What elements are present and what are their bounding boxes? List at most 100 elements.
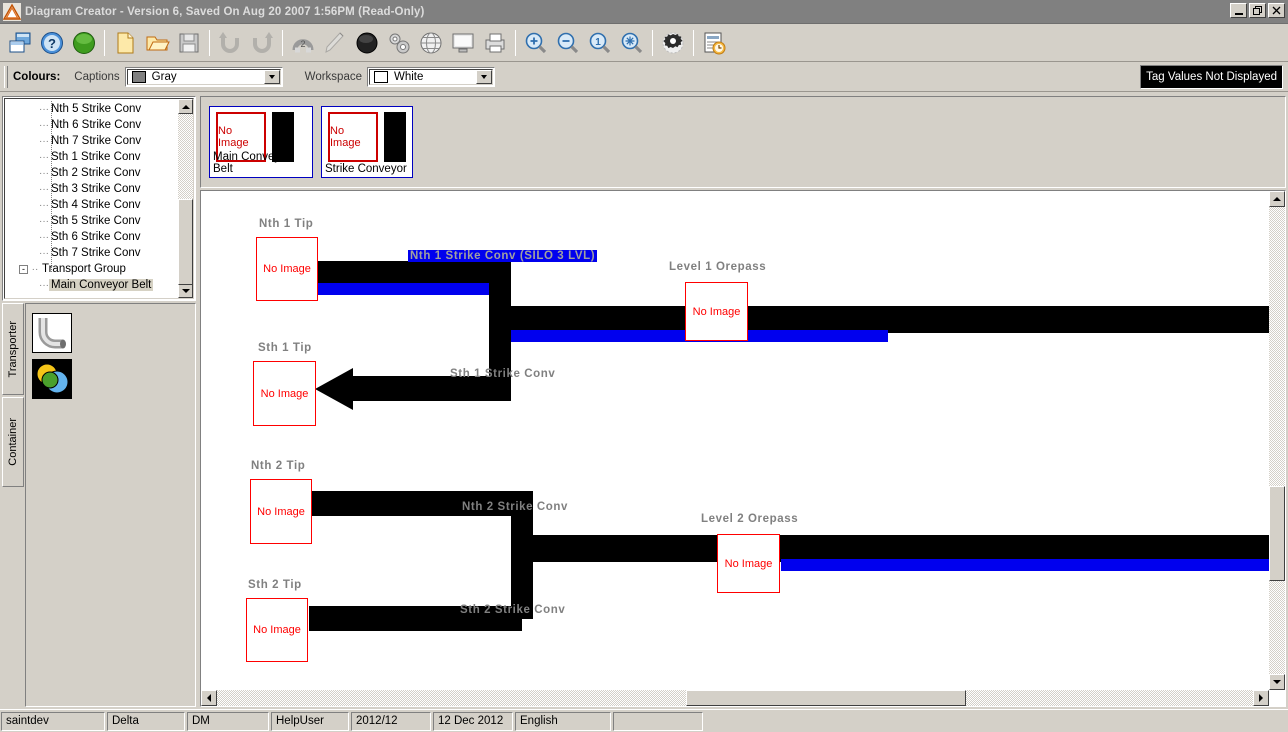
save-disk-icon[interactable] xyxy=(173,27,205,59)
help-icon[interactable]: ? xyxy=(36,27,68,59)
label-sth-2-tip[interactable]: Sth 2 Tip xyxy=(248,579,302,591)
tree-expander-icon[interactable]: - xyxy=(19,264,28,274)
canvas-scroll-right-button[interactable] xyxy=(1253,690,1269,706)
main-toolbar: ? 2 1 xyxy=(0,24,1288,62)
status-site: Delta xyxy=(107,711,185,731)
chevron-down-icon[interactable] xyxy=(475,69,492,84)
node-image-placeholder: No Image xyxy=(263,263,311,275)
canvas-hscroll-thumb[interactable] xyxy=(686,690,966,706)
status-role: HelpUser xyxy=(271,711,349,731)
node-sth-2-tip[interactable]: No Image xyxy=(246,598,308,662)
tree-item[interactable]: ··· Nth 5 Strike Conv xyxy=(5,101,178,117)
minimize-button[interactable] xyxy=(1230,3,1247,18)
palette-item-container-circles[interactable] xyxy=(32,359,72,399)
settings-gear-icon[interactable] xyxy=(657,27,689,59)
black-sphere-icon[interactable] xyxy=(351,27,383,59)
canvas-vertical-scrollbar[interactable] xyxy=(1269,191,1285,690)
windows-icon[interactable] xyxy=(4,27,36,59)
canvas-scroll-up-button[interactable] xyxy=(1269,191,1285,207)
label-nth-2-strike-conv[interactable]: Nth 2 Strike Conv xyxy=(462,501,568,513)
node-level-2-orepass[interactable]: No Image xyxy=(717,534,780,593)
toolbar-grip[interactable] xyxy=(4,65,8,88)
tree-item-label: Nth 6 Strike Conv xyxy=(51,119,142,131)
node-image-placeholder: No Image xyxy=(257,505,305,518)
tree-item[interactable]: ··· Sth 1 Strike Conv xyxy=(5,149,178,165)
canvas-scroll-left-button[interactable] xyxy=(201,690,217,706)
label-nth-1-tip[interactable]: Nth 1 Tip xyxy=(259,218,313,230)
zoom-100-icon[interactable]: 1 xyxy=(584,27,616,59)
palette-card-strike-conveyor[interactable]: No Image Strike Conveyor xyxy=(321,106,413,178)
tab-container[interactable]: Container xyxy=(2,397,24,487)
open-folder-icon[interactable] xyxy=(141,27,173,59)
magnet-icon[interactable]: 2 xyxy=(287,27,319,59)
tree-item-label: Sth 6 Strike Conv xyxy=(51,231,141,243)
close-button[interactable] xyxy=(1268,3,1285,18)
new-document-icon[interactable] xyxy=(109,27,141,59)
tree-vertical-scrollbar[interactable] xyxy=(178,99,193,298)
pen-icon[interactable] xyxy=(319,27,351,59)
palette-item-transporter-pipe[interactable] xyxy=(32,313,72,353)
tree-scroll-thumb[interactable] xyxy=(178,199,193,285)
label-nth-2-tip[interactable]: Nth 2 Tip xyxy=(251,460,305,472)
palette-card-main-conveyor-belt[interactable]: No Image Main Conveyor Belt xyxy=(209,106,313,178)
label-sth-1-strike-conv[interactable]: Sth 1 Strike Conv xyxy=(450,368,555,380)
monitor-icon[interactable] xyxy=(447,27,479,59)
zoom-fit-icon[interactable] xyxy=(616,27,648,59)
tree-item[interactable]: ··· Nth 7 Strike Conv xyxy=(5,133,178,149)
zoom-in-icon[interactable] xyxy=(520,27,552,59)
tree-scroll-up-button[interactable] xyxy=(178,99,193,114)
tree-item[interactable]: ··· Main Conveyor Belt xyxy=(5,277,178,293)
zoom-out-icon[interactable] xyxy=(552,27,584,59)
tab-transporter[interactable]: Transporter xyxy=(2,303,24,395)
maximize-button[interactable] xyxy=(1249,3,1266,18)
colours-title: Colours: xyxy=(13,70,61,83)
gears-icon[interactable] xyxy=(383,27,415,59)
belt-level-2-horizontal[interactable] xyxy=(521,535,1269,562)
canvas-vscroll-thumb[interactable] xyxy=(1269,486,1285,581)
canvas-horizontal-scrollbar[interactable] xyxy=(201,690,1269,706)
undo-icon[interactable] xyxy=(214,27,246,59)
belt-nth-2-vertical[interactable] xyxy=(511,491,533,541)
node-nth-1-tip[interactable]: No Image xyxy=(256,237,318,301)
palette-card-label: Main Conveyor Belt xyxy=(213,151,291,175)
title-bar: Diagram Creator - Version 6, Saved On Au… xyxy=(0,0,1288,24)
tree-item[interactable]: ··· Nth 6 Strike Conv xyxy=(5,117,178,133)
belt-level-1-horizontal[interactable] xyxy=(500,306,1269,333)
report-clock-icon[interactable] xyxy=(698,27,730,59)
tree-connector: ··· xyxy=(39,231,49,243)
label-nth-1-strike-conv[interactable]: Nth 1 Strike Conv (SILO 3 LVL) xyxy=(408,250,598,262)
component-palette-strip: No Image Main Conveyor Belt No Image Str… xyxy=(200,96,1286,188)
label-level-2-orepass[interactable]: Level 2 Orepass xyxy=(701,513,798,525)
redo-icon[interactable] xyxy=(246,27,278,59)
status-user: saintdev xyxy=(1,711,105,731)
node-nth-2-tip[interactable]: No Image xyxy=(250,479,312,544)
canvas-scroll-down-button[interactable] xyxy=(1269,674,1285,690)
node-image-placeholder: No Image xyxy=(260,387,309,400)
tree-scroll-down-button[interactable] xyxy=(178,283,193,298)
tree-item[interactable]: ··· Sth 7 Strike Conv xyxy=(5,245,178,261)
label-level-1-orepass[interactable]: Level 1 Orepass xyxy=(669,261,766,273)
captions-color-select[interactable]: Gray xyxy=(124,66,283,87)
tree-item[interactable]: - ·· Transport Group xyxy=(5,261,178,277)
canvas-vscroll-track[interactable] xyxy=(1269,207,1285,674)
label-sth-1-tip[interactable]: Sth 1 Tip xyxy=(258,342,312,354)
tree-item[interactable]: ··· Sth 3 Strike Conv xyxy=(5,181,178,197)
tree-item[interactable]: ··· Sth 4 Strike Conv xyxy=(5,197,178,213)
workspace-color-value: White xyxy=(393,70,424,83)
label-sth-2-strike-conv[interactable]: Sth 2 Strike Conv xyxy=(460,604,565,616)
captions-color-swatch xyxy=(131,70,146,83)
globe-icon[interactable] xyxy=(415,27,447,59)
tree-item[interactable]: ··· Sth 2 Strike Conv xyxy=(5,165,178,181)
green-sphere-icon[interactable] xyxy=(68,27,100,59)
object-tree[interactable]: ··· Nth 5 Strike Conv ··· Nth 6 Strike Conv… xyxy=(5,99,178,298)
tree-connector: ··· xyxy=(39,183,49,195)
tree-item[interactable]: ··· Sth 5 Strike Conv xyxy=(5,213,178,229)
node-level-1-orepass[interactable]: No Image xyxy=(685,282,748,341)
node-sth-1-tip[interactable]: No Image xyxy=(253,361,316,426)
tree-item[interactable]: ··· Sth 6 Strike Conv xyxy=(5,229,178,245)
chevron-down-icon[interactable] xyxy=(263,69,280,84)
print-preview-icon[interactable] xyxy=(479,27,511,59)
tree-item-label: Nth 5 Strike Conv xyxy=(51,103,142,115)
workspace-color-select[interactable]: White xyxy=(366,66,495,87)
diagram-canvas[interactable]: No Image No Image No Image No Image No I… xyxy=(201,191,1269,690)
